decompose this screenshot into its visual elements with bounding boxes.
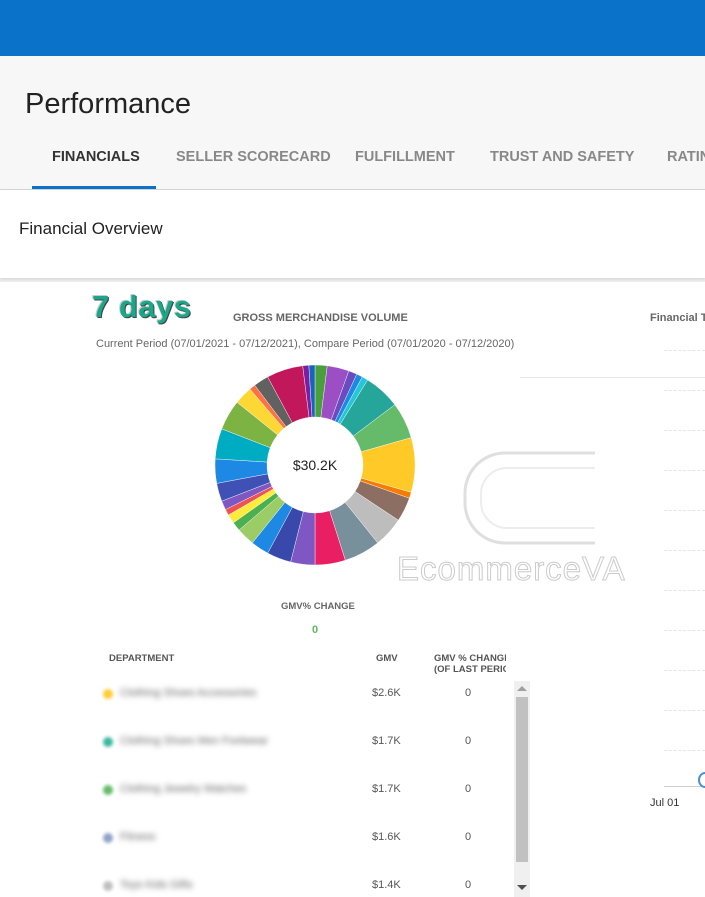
tab-financials[interactable]: FINANCIALS [52, 136, 140, 188]
gmv-change-value: 0 [465, 879, 472, 891]
trend-x-axis [664, 786, 705, 787]
department-color-dot [103, 737, 113, 747]
gmv-change-column-header[interactable]: GMV % CHANGE (OF LAST PERIOD [434, 653, 506, 675]
period-description: Current Period (07/01/2021 - 07/12/2021)… [96, 338, 515, 350]
page-title: Performance [25, 88, 192, 120]
gmv-change-value: 0 [465, 831, 472, 843]
trend-grid-line [664, 710, 705, 711]
trend-grid-line [664, 670, 705, 671]
gmv-change-header-line1: GMV % CHANGE [434, 653, 506, 664]
scroll-up-arrow-icon[interactable] [517, 686, 527, 691]
gmv-value: $1.6K [372, 831, 401, 843]
watermark-text: EcommerceVA [397, 550, 626, 588]
department-color-dot [103, 689, 113, 699]
table-scrollbar[interactable] [514, 681, 530, 897]
gmv-chart-title: GROSS MERCHANDISE VOLUME [233, 312, 408, 324]
table-row[interactable]: Clothing Jewelry Watches $1.7K 0 [100, 781, 510, 801]
department-color-dot [103, 881, 113, 891]
trend-data-point[interactable] [698, 772, 705, 788]
date-range-label: 7 days [92, 289, 192, 324]
trend-grid-line [664, 390, 705, 391]
department-name: Clothing Jewelry Watches [120, 783, 247, 795]
gmv-value: $2.6K [372, 687, 401, 699]
gmv-change-title: GMV% CHANGE [281, 601, 355, 612]
gmv-value: $1.7K [372, 735, 401, 747]
table-row[interactable]: Clothing Shoes Accessories $2.6K 0 [100, 685, 510, 705]
gmv-change-value: 0 [465, 735, 472, 747]
tab-bar: FINANCIALS SELLER SCORECARD FULFILLMENT … [0, 136, 705, 190]
trend-chart-title: Financial T [650, 312, 705, 324]
tab-seller-scorecard[interactable]: SELLER SCORECARD [176, 136, 331, 188]
gmv-change-value: 0 [465, 687, 472, 699]
trend-grid-line [664, 430, 705, 431]
active-tab-indicator [32, 186, 156, 189]
department-column-header[interactable]: DEPARTMENT [109, 653, 174, 664]
department-name: Clothing Shoes Men Footwear [120, 735, 268, 747]
tab-trust-and-safety[interactable]: TRUST AND SAFETY [490, 136, 634, 188]
trend-grid-line [664, 350, 705, 351]
gmv-change-header-line2: (OF LAST PERIOD [434, 664, 506, 675]
department-color-dot [103, 833, 113, 843]
table-row[interactable]: Clothing Shoes Men Footwear $1.7K 0 [100, 733, 510, 753]
department-name: Toys Kids Gifts [120, 879, 193, 891]
department-color-dot [103, 785, 113, 795]
table-row[interactable]: Toys Kids Gifts $1.4K 0 [100, 877, 510, 897]
gmv-value: $1.7K [372, 783, 401, 795]
tab-fulfillment[interactable]: FULFILLMENT [355, 136, 455, 188]
table-row[interactable]: Fitness $1.6K 0 [100, 829, 510, 849]
scroll-down-arrow-icon[interactable] [517, 885, 527, 890]
tab-ratings[interactable]: RATIN [667, 136, 705, 188]
trend-grid-line [664, 630, 705, 631]
gmv-column-header[interactable]: GMV [376, 653, 398, 664]
top-navigation-bar [0, 0, 705, 56]
trend-x-tick: Jul 01 [650, 797, 680, 809]
gmv-donut-chart: $30.2K [214, 364, 416, 566]
gmv-change-value: 0 [312, 624, 319, 636]
gmv-value: $1.4K [372, 879, 401, 891]
department-name: Clothing Shoes Accessories [120, 687, 257, 699]
department-name: Fitness [120, 831, 156, 843]
trend-grid-line [664, 750, 705, 751]
financial-overview-title: Financial Overview [19, 219, 163, 238]
trend-chart-top-line [520, 377, 705, 378]
gmv-change-value: 0 [465, 783, 472, 795]
scrollbar-thumb[interactable] [516, 697, 528, 862]
gmv-donut-svg [214, 364, 416, 566]
